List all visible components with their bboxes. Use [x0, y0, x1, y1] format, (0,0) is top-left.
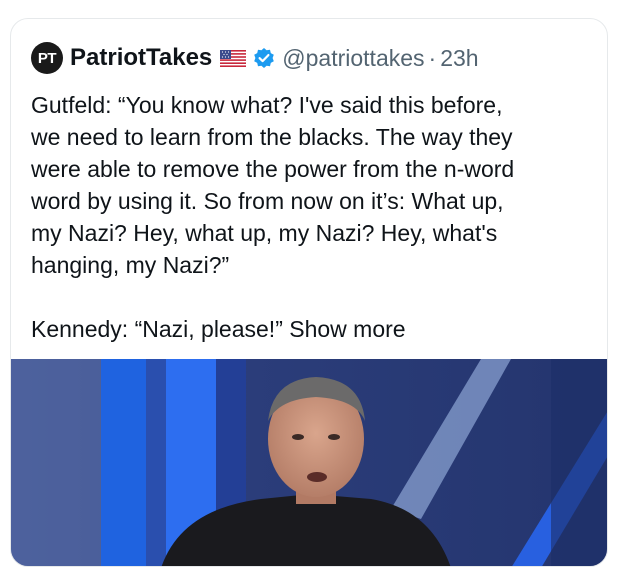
post-text-line: Gutfeld: “You know what? I've said this …: [31, 92, 503, 118]
post-text-line: were able to remove the power from the n…: [31, 156, 515, 182]
author-handle[interactable]: @patriottakes: [282, 45, 424, 72]
author-name[interactable]: PatriotTakes: [70, 44, 212, 72]
post-text-line: my Nazi? Hey, what up, my Nazi? Hey, wha…: [31, 220, 498, 246]
post-timestamp[interactable]: 23h: [440, 45, 478, 72]
post-media-video-still[interactable]: [11, 359, 607, 566]
post-header: PT PatriotTakes @patriottakes · 23h: [31, 41, 479, 75]
post-card[interactable]: PT PatriotTakes @patriottakes · 23h Gutf…: [10, 18, 608, 567]
post-text-line: we need to learn from the blacks. The wa…: [31, 124, 513, 150]
post-second-paragraph: Kennedy: “Nazi, please!” Show more: [31, 313, 601, 345]
kennedy-quote: Kennedy: “Nazi, please!”: [31, 316, 283, 342]
post-text-line: hanging, my Nazi?”: [31, 252, 230, 278]
separator-dot: ·: [428, 44, 437, 71]
avatar[interactable]: PT: [31, 42, 63, 74]
post-text: Gutfeld: “You know what? I've said this …: [31, 89, 601, 345]
post-text-line: word by using it. So from now on it’s: W…: [31, 188, 504, 214]
us-flag-icon: [220, 49, 247, 67]
verified-badge-icon: [253, 47, 275, 69]
show-more-link[interactable]: Show more: [289, 316, 405, 342]
